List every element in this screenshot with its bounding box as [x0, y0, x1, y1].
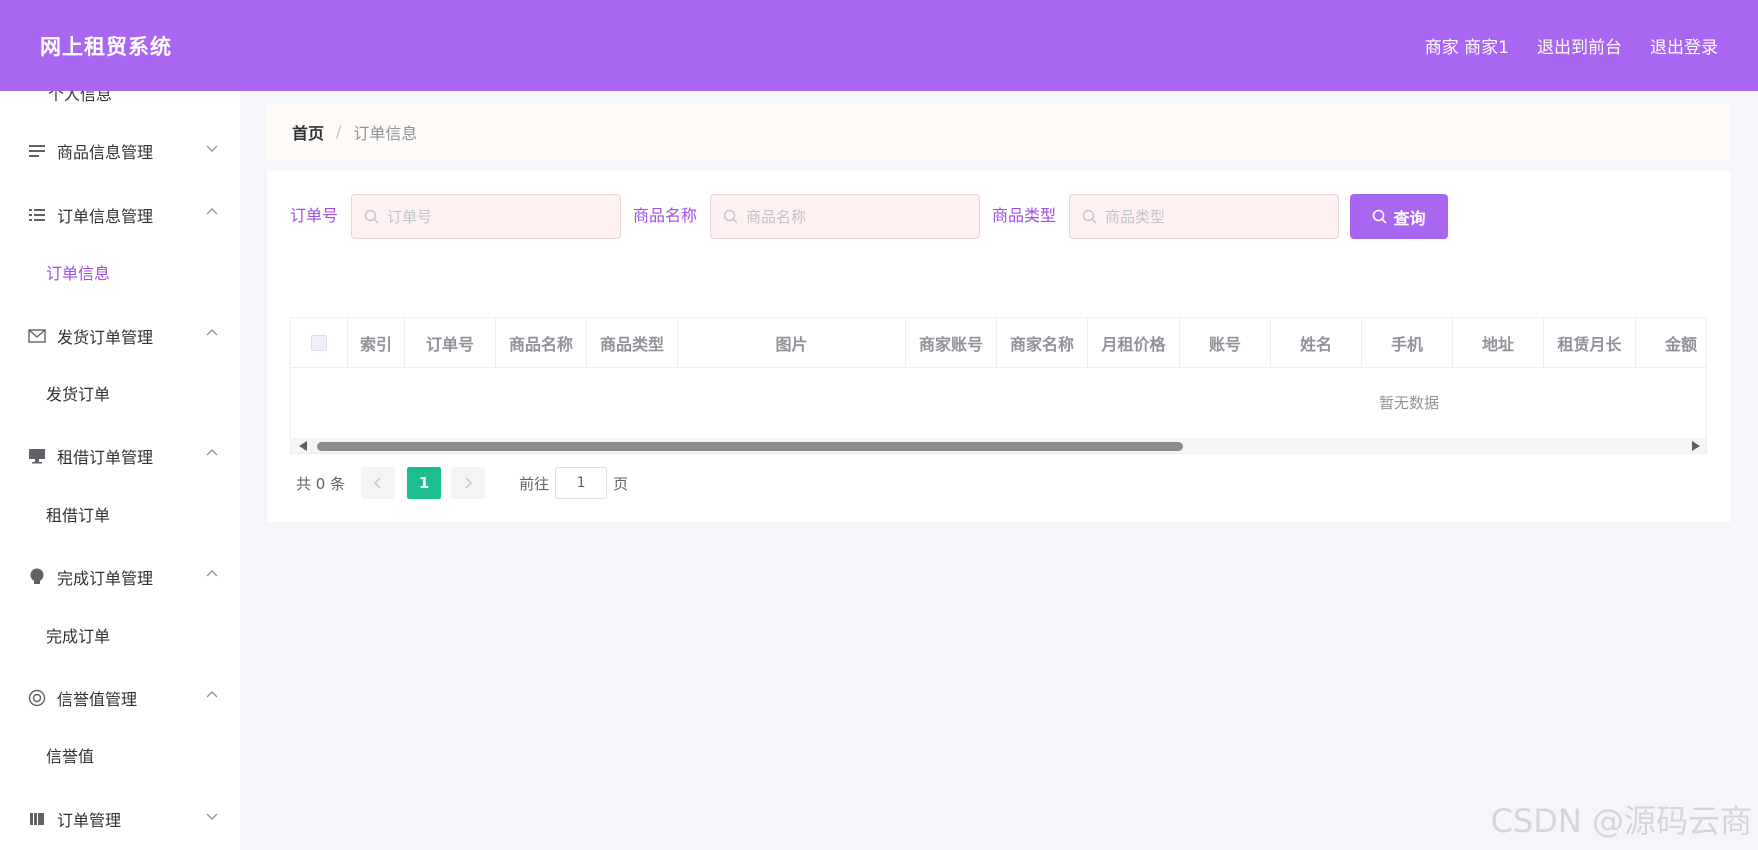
sidebar-item-rental-orders[interactable]: 租借订单 — [0, 494, 240, 534]
header-links: 商家 商家1 退出到前台 退出登录 — [1425, 33, 1718, 58]
chevron-up-icon — [206, 329, 218, 336]
order-no-field — [351, 194, 621, 239]
breadcrumb-current: 订单信息 — [353, 123, 418, 143]
total-count: 共 0 条 — [296, 474, 346, 493]
goods-type-label: 商品类型 — [992, 206, 1057, 225]
sidebar-group-credit[interactable]: 信誉值管理 — [0, 678, 240, 718]
search-icon — [1082, 209, 1097, 224]
page-number-button[interactable]: 1 — [407, 467, 442, 499]
column-header: 账号 — [1180, 318, 1271, 368]
column-header: 金额 — [1636, 318, 1706, 368]
top-header: 网上租贸系统 商家 商家1 退出到前台 退出登录 — [0, 0, 1758, 91]
search-icon — [1373, 209, 1388, 224]
goods-name-input[interactable] — [746, 207, 946, 226]
table-header: 索引 订单号 商品名称 商品类型 图片 商家账号 商家名称 月租价格 账号 姓名… — [291, 318, 1706, 368]
sidebar-item-order-info[interactable]: 订单信息 — [0, 252, 240, 292]
select-all-checkbox[interactable] — [311, 335, 327, 351]
chevron-up-icon — [206, 208, 218, 215]
breadcrumb-home[interactable]: 首页 — [292, 120, 324, 144]
chevron-up-icon — [206, 570, 218, 577]
list-bullets-icon — [28, 206, 46, 224]
scrollbar-thumb[interactable] — [317, 442, 1183, 451]
chevron-down-icon — [206, 813, 218, 820]
sidebar-group-label: 发货订单管理 — [57, 328, 154, 347]
goods-name-field — [710, 194, 980, 239]
column-header: 索引 — [348, 318, 405, 368]
watermark-text: CSDN @源码云商 — [1490, 802, 1752, 840]
scroll-left-icon[interactable] — [299, 441, 307, 451]
sidebar-item-profile[interactable]: 个人信息 — [48, 91, 112, 105]
order-table: 索引 订单号 商品名称 商品类型 图片 商家账号 商家名称 月租价格 账号 姓名… — [290, 317, 1707, 454]
sidebar-group-label: 信誉值管理 — [57, 690, 138, 709]
goods-name-label: 商品名称 — [633, 206, 698, 225]
bulb-icon — [28, 568, 46, 586]
search-icon — [364, 209, 379, 224]
monitor-icon — [28, 447, 46, 465]
sidebar: 个人信息 商品信息管理 订单信息管理 订单信息 发货订单管理 发货订单 租借订单… — [0, 91, 240, 850]
table-empty-text: 暂无数据 — [1378, 394, 1439, 412]
current-user-label: 商家 商家1 — [1424, 38, 1509, 58]
goods-type-field — [1069, 194, 1339, 239]
column-header: 商品类型 — [587, 318, 678, 368]
goto-label: 前往 — [519, 474, 550, 493]
column-header: 商家名称 — [997, 318, 1088, 368]
sidebar-group-goods[interactable]: 商品信息管理 — [0, 131, 240, 171]
select-all-cell — [291, 318, 348, 368]
sidebar-group-shipping[interactable]: 发货订单管理 — [0, 316, 240, 356]
sidebar-item-completed-orders[interactable]: 完成订单 — [0, 615, 240, 655]
sidebar-group-label: 商品信息管理 — [57, 143, 154, 162]
column-header: 订单号 — [405, 318, 496, 368]
chevron-right-icon — [465, 477, 473, 489]
exit-to-front-link[interactable]: 退出到前台 — [1537, 33, 1622, 58]
app-title: 网上租贸系统 — [40, 34, 172, 59]
breadcrumb: 首页 / 订单信息 — [267, 103, 1730, 160]
collection-icon — [28, 810, 46, 828]
query-button-label: 查询 — [1393, 208, 1426, 228]
list-lines-icon — [28, 142, 46, 160]
sidebar-group-label: 租借订单管理 — [57, 448, 154, 467]
query-button[interactable]: 查询 — [1350, 194, 1448, 239]
sidebar-item-credit[interactable]: 信誉值 — [0, 735, 240, 775]
column-header: 月租价格 — [1088, 318, 1180, 368]
horizontal-scrollbar[interactable] — [291, 438, 1706, 453]
order-no-input[interactable] — [387, 207, 587, 226]
sidebar-group-rental[interactable]: 租借订单管理 — [0, 436, 240, 476]
order-no-label: 订单号 — [290, 206, 339, 225]
column-header: 商品名称 — [496, 318, 587, 368]
column-header: 手机 — [1362, 318, 1453, 368]
goods-type-input[interactable] — [1105, 207, 1305, 226]
chevron-down-icon — [206, 145, 218, 152]
sidebar-item-shipping-orders[interactable]: 发货订单 — [0, 373, 240, 413]
search-icon — [723, 209, 738, 224]
column-header: 图片 — [678, 318, 906, 368]
scroll-right-icon[interactable] — [1692, 441, 1700, 451]
chevron-left-icon — [374, 477, 381, 489]
next-page-button[interactable] — [451, 467, 486, 499]
chevron-up-icon — [206, 449, 218, 456]
column-header: 租赁月长 — [1544, 318, 1636, 368]
goto-page-input[interactable] — [555, 467, 608, 499]
sidebar-group-completed[interactable]: 完成订单管理 — [0, 557, 240, 597]
column-header: 姓名 — [1271, 318, 1362, 368]
column-header: 商家账号 — [906, 318, 997, 368]
chevron-up-icon — [206, 691, 218, 698]
sidebar-group-label: 完成订单管理 — [57, 569, 154, 588]
sidebar-group-label: 订单管理 — [57, 811, 122, 830]
mail-icon — [28, 327, 46, 345]
logout-link[interactable]: 退出登录 — [1650, 33, 1718, 58]
sidebar-group-label: 订单信息管理 — [57, 207, 154, 226]
prev-page-button[interactable] — [361, 467, 396, 499]
pagination: 共 0 条 1 前往 页 — [296, 467, 628, 499]
breadcrumb-separator: / — [336, 122, 342, 141]
sidebar-group-orders[interactable]: 订单管理 — [0, 799, 240, 839]
column-header: 地址 — [1453, 318, 1544, 368]
main-content: 订单号 商品名称 商品类型 查询 索引 订单号 商品名称 商品类型 图片 商家账… — [267, 171, 1730, 522]
sidebar-group-order-info[interactable]: 订单信息管理 — [0, 195, 240, 235]
lifebuoy-icon — [28, 689, 46, 707]
page-unit-label: 页 — [613, 474, 629, 493]
